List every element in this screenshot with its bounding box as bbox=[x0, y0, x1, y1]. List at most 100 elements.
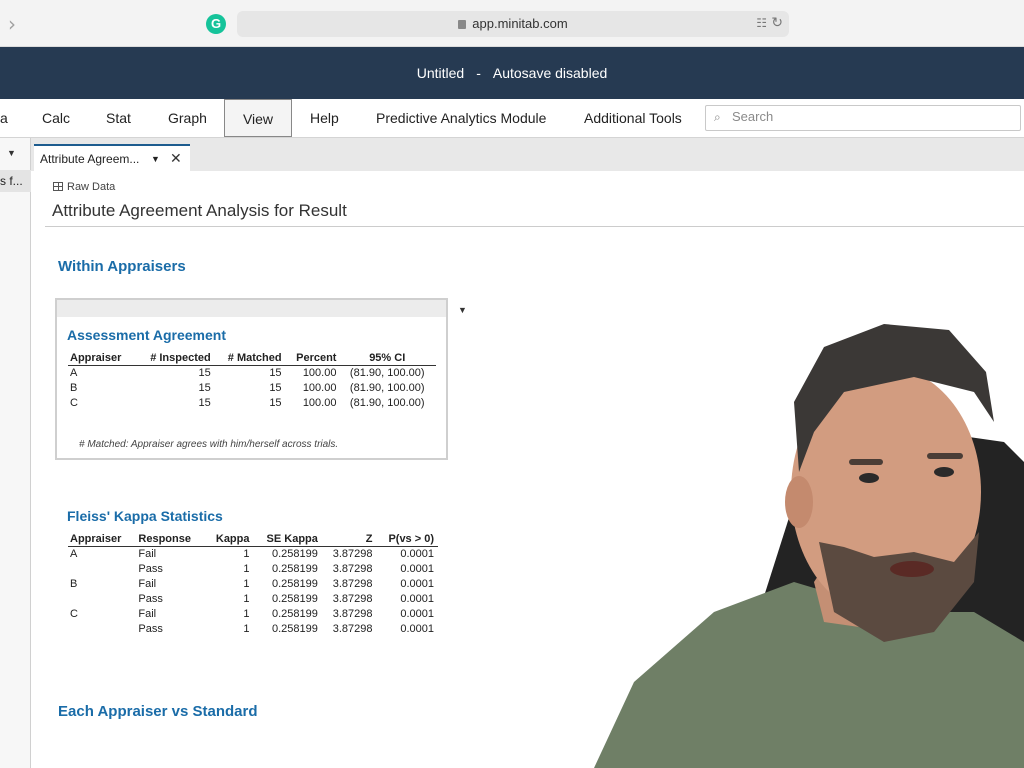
grammarly-extension-icon[interactable]: G bbox=[206, 14, 226, 34]
table-cell: 3.87298 bbox=[332, 623, 373, 635]
table-cell: 0.258199 bbox=[272, 548, 318, 561]
output-box-header bbox=[57, 300, 446, 317]
table-cell: 100.00 bbox=[302, 382, 337, 394]
navigator-item[interactable]: s f... bbox=[0, 170, 31, 192]
assessment-agreement-box[interactable]: Assessment Agreement Appraiser # Inspect… bbox=[55, 298, 448, 460]
table-cell: 1 bbox=[243, 608, 250, 620]
table-cell: 15 bbox=[198, 367, 211, 380]
column-header: Kappa bbox=[206, 532, 254, 547]
output-options-dropdown-icon[interactable]: ▼ bbox=[458, 305, 467, 315]
menu-item-calc[interactable]: Calc bbox=[30, 99, 82, 137]
table-cell: 15 bbox=[269, 367, 282, 380]
table-cell: Pass bbox=[138, 563, 163, 575]
navigator-item-label: s f... bbox=[0, 174, 23, 188]
menu-item-predictive-analytics[interactable]: Predictive Analytics Module bbox=[364, 99, 558, 137]
table-cell: 1 bbox=[243, 593, 250, 605]
menu-item-help[interactable]: Help bbox=[298, 99, 351, 137]
table-cell: 100.00 bbox=[302, 397, 337, 409]
table-cell: (81.90, 100.00) bbox=[349, 397, 425, 409]
table-cell: C bbox=[70, 397, 78, 409]
search-input[interactable] bbox=[732, 109, 1012, 124]
table-cell: 1 bbox=[243, 563, 250, 575]
menu-item-graph[interactable]: Graph bbox=[156, 99, 219, 137]
table-row: A Fail 1 0.258199 3.87298 0.0001 bbox=[68, 547, 438, 562]
forward-chevron-icon[interactable]: › bbox=[8, 12, 16, 36]
table-cell: 3.87298 bbox=[332, 548, 373, 561]
assessment-footnote: # Matched: Appraiser agrees with him/her… bbox=[79, 439, 339, 450]
navigator-panel: ▼ s f... bbox=[0, 138, 31, 768]
table-cell: 0.0001 bbox=[400, 563, 434, 575]
table-row: A 15 15 100.00 (81.90, 100.00) bbox=[68, 366, 436, 381]
column-header: # Matched bbox=[214, 351, 286, 366]
navigator-dropdown-icon[interactable]: ▼ bbox=[7, 148, 16, 158]
table-cell: 0.258199 bbox=[272, 593, 318, 605]
table-cell: 3.87298 bbox=[332, 578, 373, 590]
table-cell: Pass bbox=[138, 623, 163, 635]
table-row: Pass 1 0.258199 3.87298 0.0001 bbox=[68, 562, 438, 577]
analysis-title: Attribute Agreement Analysis for Result bbox=[52, 201, 347, 220]
table-cell: 3.87298 bbox=[332, 563, 373, 575]
table-row: Pass 1 0.258199 3.87298 0.0001 bbox=[68, 622, 438, 637]
menu-bar: a Calc Stat Graph View Help Predictive A… bbox=[0, 99, 1024, 138]
table-cell: Pass bbox=[138, 593, 163, 605]
table-cell: 100.00 bbox=[302, 367, 337, 380]
table-cell: A bbox=[70, 367, 78, 380]
tab-attribute-agreement[interactable]: Attribute Agreem... ▼ ✕ bbox=[34, 144, 190, 171]
menu-item-stat[interactable]: Stat bbox=[94, 99, 143, 137]
fleiss-kappa-table: Appraiser Response Kappa SE Kappa Z P(vs… bbox=[68, 532, 438, 637]
project-title: Untitled bbox=[416, 65, 465, 81]
raw-data-link[interactable]: Raw Data bbox=[53, 181, 115, 193]
table-cell: B bbox=[70, 382, 78, 394]
table-cell: 0.258199 bbox=[272, 578, 318, 590]
menu-item-data[interactable]: a bbox=[0, 99, 20, 137]
table-row: B 15 15 100.00 (81.90, 100.00) bbox=[68, 381, 436, 396]
reload-icon[interactable]: ↻ bbox=[771, 14, 783, 31]
search-box[interactable]: ⌕ bbox=[705, 105, 1021, 131]
column-header: Z bbox=[321, 532, 377, 547]
output-tab-strip: Attribute Agreem... ▼ ✕ bbox=[31, 138, 1024, 171]
menu-item-view[interactable]: View bbox=[224, 99, 292, 137]
table-cell: 3.87298 bbox=[332, 608, 373, 620]
table-cell: 0.0001 bbox=[400, 608, 434, 620]
table-cell: 1 bbox=[243, 623, 250, 635]
tab-dropdown-icon[interactable]: ▼ bbox=[151, 154, 160, 164]
table-cell: 3.87298 bbox=[332, 593, 373, 605]
tab-close-icon[interactable]: ✕ bbox=[170, 150, 182, 167]
assessment-agreement-table: Appraiser # Inspected # Matched Percent … bbox=[68, 351, 436, 411]
table-cell: 0.0001 bbox=[400, 548, 434, 561]
column-header: Appraiser bbox=[68, 532, 137, 547]
table-row: C Fail 1 0.258199 3.87298 0.0001 bbox=[68, 607, 438, 622]
title-divider bbox=[45, 226, 1024, 227]
column-header: 95% CI bbox=[340, 351, 436, 366]
column-header: SE Kappa bbox=[253, 532, 322, 547]
table-row: B Fail 1 0.258199 3.87298 0.0001 bbox=[68, 577, 438, 592]
table-cell: 0.0001 bbox=[400, 578, 434, 590]
translate-icon[interactable]: ☷ bbox=[756, 16, 767, 30]
table-row: Pass 1 0.258199 3.87298 0.0001 bbox=[68, 592, 438, 607]
column-header: P(vs > 0) bbox=[376, 532, 438, 547]
table-cell: 1 bbox=[243, 548, 250, 561]
table-cell: (81.90, 100.00) bbox=[349, 367, 425, 380]
column-header: Appraiser bbox=[68, 351, 136, 366]
lock-icon bbox=[458, 20, 467, 29]
table-cell bbox=[68, 622, 136, 637]
table-cell bbox=[68, 592, 136, 607]
menu-item-additional-tools[interactable]: Additional Tools bbox=[572, 99, 694, 137]
raw-data-label: Raw Data bbox=[67, 181, 116, 193]
table-cell: Fail bbox=[138, 578, 157, 590]
tab-label: Attribute Agreem... bbox=[40, 152, 140, 166]
table-cell bbox=[68, 562, 136, 577]
table-cell: 0.0001 bbox=[400, 623, 434, 635]
table-cell: 15 bbox=[269, 397, 282, 409]
table-cell: Fail bbox=[138, 548, 157, 561]
table-cell: 0.258199 bbox=[272, 563, 318, 575]
address-bar[interactable]: app.minitab.com ☷ ↻ bbox=[237, 11, 789, 37]
app-title-bar: Untitled - Autosave disabled bbox=[0, 47, 1024, 99]
column-header: Response bbox=[136, 532, 207, 547]
table-cell: A bbox=[70, 548, 78, 561]
within-appraisers-heading: Within Appraisers bbox=[58, 258, 186, 275]
fleiss-kappa-heading: Fleiss' Kappa Statistics bbox=[67, 508, 223, 524]
table-cell: 1 bbox=[243, 578, 250, 590]
table-cell: B bbox=[70, 578, 78, 590]
table-cell: 0.258199 bbox=[272, 623, 318, 635]
